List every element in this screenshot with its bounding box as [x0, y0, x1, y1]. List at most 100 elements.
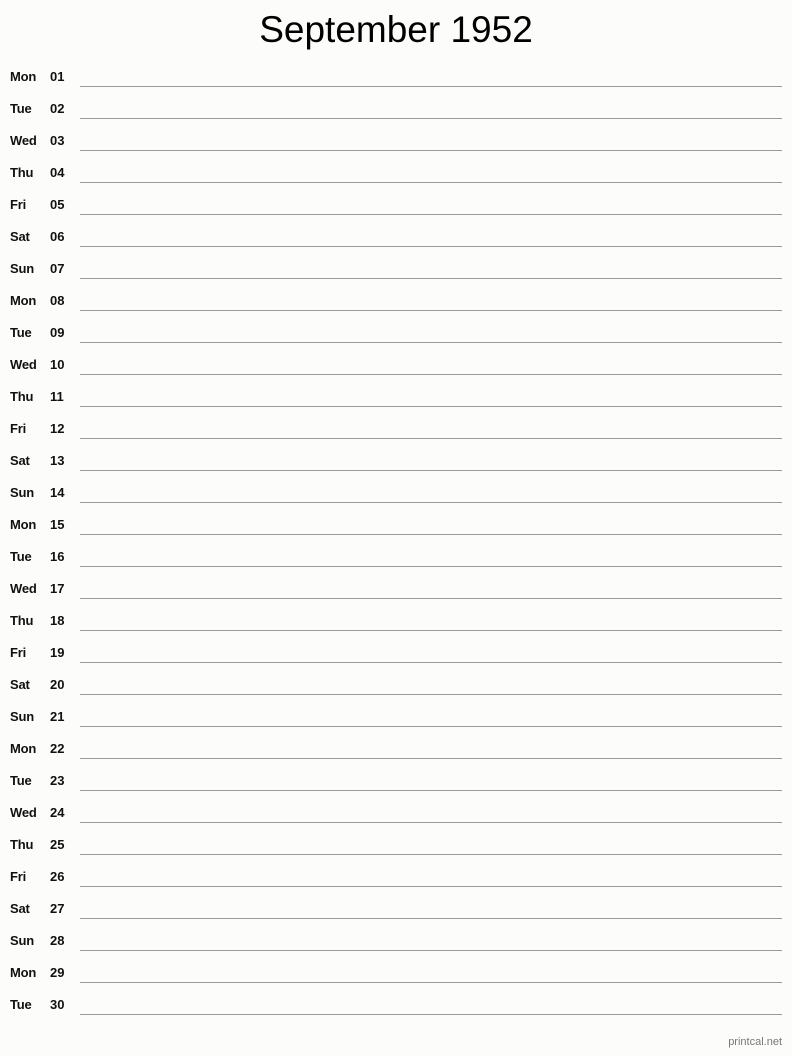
- writing-line: [80, 982, 782, 983]
- day-row: Sat 13: [0, 448, 792, 480]
- day-row: Fri 12: [0, 416, 792, 448]
- writing-line: [80, 246, 782, 247]
- writing-line: [80, 854, 782, 855]
- page-title: September 1952: [259, 9, 533, 50]
- weekday-label: Fri: [10, 421, 27, 436]
- day-number: 28: [50, 933, 65, 948]
- day-row: Fri 26: [0, 864, 792, 896]
- writing-line: [80, 342, 782, 343]
- writing-line: [80, 182, 782, 183]
- writing-line: [80, 758, 782, 759]
- day-row: Tue 23: [0, 768, 792, 800]
- day-number: 23: [50, 773, 65, 788]
- day-number: 07: [50, 261, 65, 276]
- writing-line: [80, 726, 782, 727]
- writing-line: [80, 950, 782, 951]
- weekday-label: Thu: [10, 613, 34, 628]
- writing-line: [80, 406, 782, 407]
- day-row: Sun 07: [0, 256, 792, 288]
- day-number: 21: [50, 709, 65, 724]
- writing-line: [80, 86, 782, 87]
- day-row: Tue 16: [0, 544, 792, 576]
- day-row: Sat 20: [0, 672, 792, 704]
- day-number: 27: [50, 901, 65, 916]
- day-row: Thu 04: [0, 160, 792, 192]
- day-row: Sun 14: [0, 480, 792, 512]
- day-number: 30: [50, 997, 65, 1012]
- weekday-label: Wed: [10, 805, 37, 820]
- day-row: Wed 03: [0, 128, 792, 160]
- writing-line: [80, 598, 782, 599]
- day-number: 13: [50, 453, 65, 468]
- weekday-label: Sun: [10, 933, 34, 948]
- weekday-label: Sun: [10, 709, 34, 724]
- day-row: Fri 19: [0, 640, 792, 672]
- weekday-label: Sat: [10, 453, 30, 468]
- weekday-label: Sat: [10, 901, 30, 916]
- day-number: 29: [50, 965, 65, 980]
- writing-line: [80, 214, 782, 215]
- day-number: 15: [50, 517, 65, 532]
- day-number: 09: [50, 325, 65, 340]
- weekday-label: Sat: [10, 677, 30, 692]
- weekday-label: Mon: [10, 293, 37, 308]
- day-number: 25: [50, 837, 65, 852]
- day-number: 03: [50, 133, 65, 148]
- day-number: 11: [50, 389, 64, 404]
- day-row: Thu 11: [0, 384, 792, 416]
- weekday-label: Wed: [10, 357, 37, 372]
- writing-line: [80, 886, 782, 887]
- day-number: 17: [50, 581, 65, 596]
- weekday-label: Mon: [10, 741, 37, 756]
- weekday-label: Wed: [10, 133, 37, 148]
- footer-credit: printcal.net: [728, 1036, 782, 1048]
- day-number: 01: [50, 69, 65, 84]
- day-list: Mon 01 Tue 02 Wed 03 Thu 04 Fri 05 Sat 06 Sun 07 Mon 08…: [0, 64, 792, 1024]
- writing-line: [80, 918, 782, 919]
- day-row: Wed 17: [0, 576, 792, 608]
- day-row: Wed 24: [0, 800, 792, 832]
- day-row: Fri 05: [0, 192, 792, 224]
- weekday-label: Sun: [10, 485, 34, 500]
- writing-line: [80, 694, 782, 695]
- day-number: 19: [50, 645, 65, 660]
- weekday-label: Fri: [10, 197, 27, 212]
- day-row: Tue 02: [0, 96, 792, 128]
- writing-line: [80, 662, 782, 663]
- weekday-label: Thu: [10, 837, 34, 852]
- day-number: 20: [50, 677, 65, 692]
- weekday-label: Fri: [10, 645, 27, 660]
- day-number: 02: [50, 101, 65, 116]
- day-number: 12: [50, 421, 65, 436]
- day-row: Sun 28: [0, 928, 792, 960]
- writing-line: [80, 822, 782, 823]
- writing-line: [80, 278, 782, 279]
- writing-line: [80, 790, 782, 791]
- day-number: 10: [50, 357, 65, 372]
- day-number: 26: [50, 869, 65, 884]
- day-number: 16: [50, 549, 65, 564]
- day-number: 05: [50, 197, 65, 212]
- day-row: Sun 21: [0, 704, 792, 736]
- weekday-label: Sun: [10, 261, 34, 276]
- day-row: Mon 22: [0, 736, 792, 768]
- day-number: 04: [50, 165, 65, 180]
- day-number: 14: [50, 485, 65, 500]
- day-row: Mon 08: [0, 288, 792, 320]
- weekday-label: Tue: [10, 325, 32, 340]
- day-number: 18: [50, 613, 65, 628]
- weekday-label: Mon: [10, 965, 37, 980]
- weekday-label: Fri: [10, 869, 27, 884]
- weekday-label: Tue: [10, 101, 32, 116]
- day-row: Sat 06: [0, 224, 792, 256]
- weekday-label: Tue: [10, 997, 32, 1012]
- day-row: Thu 25: [0, 832, 792, 864]
- day-number: 06: [50, 229, 65, 244]
- day-number: 22: [50, 741, 65, 756]
- writing-line: [80, 534, 782, 535]
- writing-line: [80, 438, 782, 439]
- writing-line: [80, 566, 782, 567]
- weekday-label: Mon: [10, 517, 37, 532]
- writing-line: [80, 1014, 782, 1015]
- day-row: Mon 15: [0, 512, 792, 544]
